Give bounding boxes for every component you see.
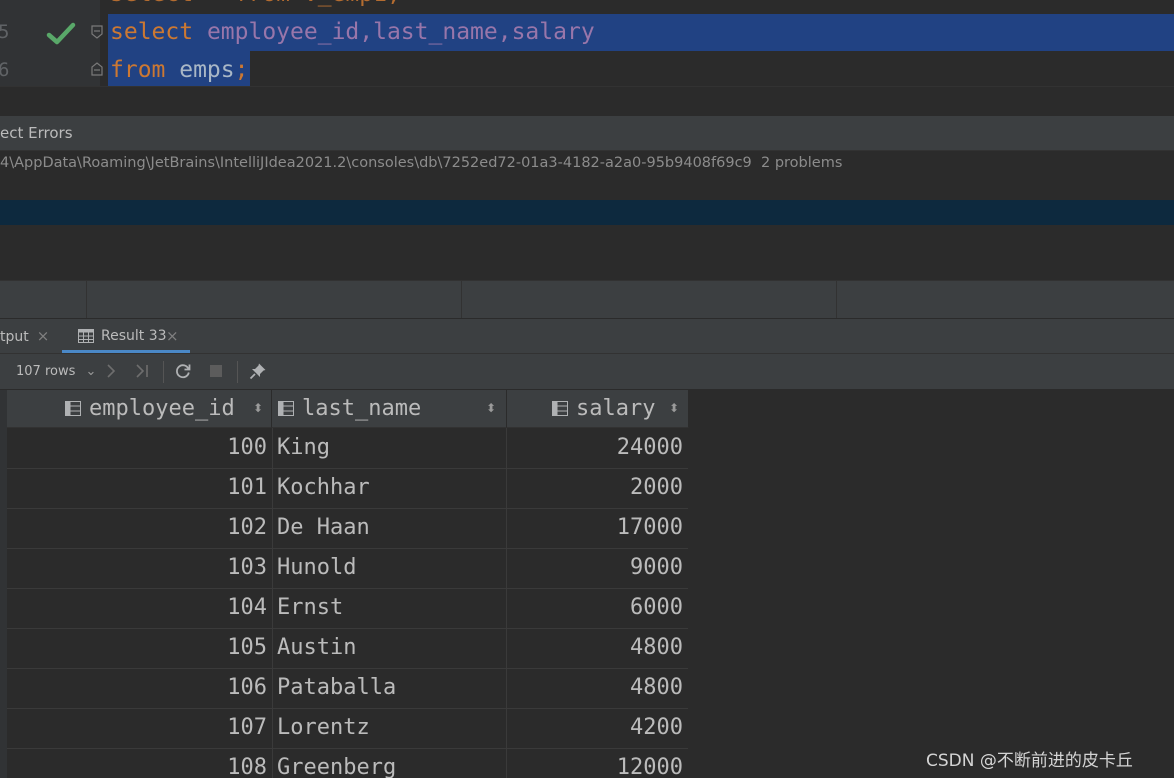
cell-employee-id[interactable]: 105 bbox=[7, 628, 267, 668]
next-page-icon[interactable] bbox=[102, 362, 120, 380]
watermark: CSDN @不断前进的皮卡丘 bbox=[926, 751, 1133, 771]
cell-salary[interactable]: 17000 bbox=[507, 508, 683, 548]
cell-salary[interactable]: 4800 bbox=[507, 628, 683, 668]
cell-employee-id[interactable]: 100 bbox=[7, 428, 267, 468]
column-icon bbox=[65, 401, 81, 416]
cell-salary[interactable]: 9000 bbox=[507, 548, 683, 588]
code-text: select employee_id,last_name,salary bbox=[110, 13, 595, 51]
sql-keyword: select bbox=[110, 19, 194, 45]
result-tabs: tput × Result 33 × bbox=[0, 319, 1174, 354]
column-icon bbox=[278, 401, 294, 416]
table-row[interactable]: 100 King 24000 bbox=[7, 428, 688, 469]
tab-output[interactable]: tput × bbox=[0, 319, 49, 353]
column-icon bbox=[552, 401, 568, 416]
editor-line[interactable]: 6 from emps; bbox=[0, 51, 1174, 86]
table-row[interactable]: 102 De Haan 17000 bbox=[7, 508, 688, 549]
table-row[interactable]: 107 Lorentz 4200 bbox=[7, 708, 688, 749]
cell-last-name[interactable]: Greenberg bbox=[277, 748, 505, 778]
table-row[interactable]: 106 Pataballa 4800 bbox=[7, 668, 688, 709]
column-label: employee_id bbox=[89, 396, 235, 421]
close-icon[interactable]: × bbox=[166, 319, 179, 353]
errors-panel-empty bbox=[0, 225, 1174, 281]
tab-label: tput bbox=[0, 329, 29, 345]
cell-last-name[interactable]: Ernst bbox=[277, 588, 505, 628]
row-gutter bbox=[0, 390, 7, 778]
fold-end-icon[interactable] bbox=[90, 62, 104, 76]
column-header-employee-id[interactable]: employee_id ⬍ bbox=[7, 390, 272, 428]
table-row[interactable]: 105 Austin 4800 bbox=[7, 628, 688, 669]
cell-employee-id[interactable]: 104 bbox=[7, 588, 267, 628]
errors-panel-body: 4\AppData\Roaming\JetBrains\IntelliJIdea… bbox=[0, 151, 1174, 200]
cell-last-name[interactable]: Austin bbox=[277, 628, 505, 668]
cell-last-name[interactable]: Hunold bbox=[277, 548, 505, 588]
cell-last-name[interactable]: De Haan bbox=[277, 508, 505, 548]
line-number: 6 bbox=[0, 59, 10, 81]
sql-identifiers: employee_id,last_name,salary bbox=[193, 19, 595, 45]
services-strip bbox=[0, 281, 1174, 319]
cell-last-name[interactable]: King bbox=[277, 428, 505, 468]
rows-dropdown[interactable]: 107 rows ⌄ bbox=[16, 354, 96, 389]
sort-icon[interactable]: ⬍ bbox=[253, 390, 263, 427]
chevron-down-icon: ⌄ bbox=[85, 364, 97, 379]
cell-salary[interactable]: 24000 bbox=[507, 428, 683, 468]
close-icon[interactable]: × bbox=[37, 327, 50, 345]
cell-last-name[interactable]: Pataballa bbox=[277, 668, 505, 708]
tab-label: Result 33 bbox=[101, 328, 167, 344]
tab-result-33[interactable]: Result 33 × bbox=[62, 319, 190, 353]
sql-editor[interactable]: select * from v_emp1; 5 select employee_… bbox=[0, 0, 1174, 86]
check-icon bbox=[46, 22, 76, 45]
cell-last-name[interactable]: Lorentz bbox=[277, 708, 505, 748]
active-tab-indicator bbox=[62, 350, 190, 353]
result-toolbar: 107 rows ⌄ bbox=[0, 354, 1174, 390]
stop-icon[interactable] bbox=[207, 362, 225, 380]
error-file-row[interactable]: 4\AppData\Roaming\JetBrains\IntelliJIdea… bbox=[0, 151, 842, 175]
line-number: 5 bbox=[0, 21, 10, 43]
column-label: last_name bbox=[302, 396, 422, 421]
cell-salary[interactable]: 4800 bbox=[507, 668, 683, 708]
sort-icon[interactable]: ⬍ bbox=[486, 390, 496, 427]
code-text: from emps; bbox=[110, 51, 249, 86]
table-row[interactable]: 101 Kochhar 2000 bbox=[7, 468, 688, 509]
sql-table: emps bbox=[165, 57, 235, 83]
panel-splitter[interactable] bbox=[0, 86, 1174, 117]
error-selected-row[interactable] bbox=[0, 200, 1174, 225]
rows-count: 107 rows bbox=[16, 364, 76, 379]
cell-last-name[interactable]: Kochhar bbox=[277, 468, 505, 508]
sort-icon[interactable]: ⬍ bbox=[669, 390, 679, 427]
cell-salary[interactable]: 6000 bbox=[507, 588, 683, 628]
table-row[interactable]: 103 Hunold 9000 bbox=[7, 548, 688, 589]
column-header-salary[interactable]: salary ⬍ bbox=[507, 390, 689, 428]
result-grid[interactable]: employee_id ⬍ last_name ⬍ salary ⬍ 100 K… bbox=[0, 390, 1174, 778]
pin-icon[interactable] bbox=[249, 362, 267, 380]
column-label: salary bbox=[576, 396, 656, 421]
cell-employee-id[interactable]: 101 bbox=[7, 468, 267, 508]
cell-employee-id[interactable]: 102 bbox=[7, 508, 267, 548]
problems-count: 2 problems bbox=[761, 155, 843, 171]
table-row[interactable]: 108 Greenberg 12000 bbox=[7, 748, 688, 778]
error-file-path: 4\AppData\Roaming\JetBrains\IntelliJIdea… bbox=[0, 155, 752, 171]
column-header-last-name[interactable]: last_name ⬍ bbox=[272, 390, 507, 428]
cell-salary[interactable]: 2000 bbox=[507, 468, 683, 508]
sql-keyword: from bbox=[110, 57, 166, 83]
cell-employee-id[interactable]: 108 bbox=[7, 748, 267, 778]
editor-line-clipped: select * from v_emp1; bbox=[0, 0, 1174, 13]
cell-salary[interactable]: 4200 bbox=[507, 708, 683, 748]
editor-line[interactable]: 5 select employee_id,last_name,salary bbox=[0, 13, 1174, 51]
last-page-icon[interactable] bbox=[133, 362, 151, 380]
cell-employee-id[interactable]: 106 bbox=[7, 668, 267, 708]
errors-panel-title: ect Errors bbox=[0, 124, 73, 142]
table-grid-icon bbox=[78, 329, 94, 343]
sql-terminator: ; bbox=[234, 57, 249, 83]
errors-panel-header: ect Errors bbox=[0, 116, 1174, 151]
cell-employee-id[interactable]: 103 bbox=[7, 548, 267, 588]
table-row[interactable]: 104 Ernst 6000 bbox=[7, 588, 688, 629]
cell-salary[interactable]: 12000 bbox=[507, 748, 683, 778]
cell-employee-id[interactable]: 107 bbox=[7, 708, 267, 748]
refresh-icon[interactable] bbox=[174, 362, 192, 380]
fold-icon[interactable] bbox=[90, 25, 104, 39]
